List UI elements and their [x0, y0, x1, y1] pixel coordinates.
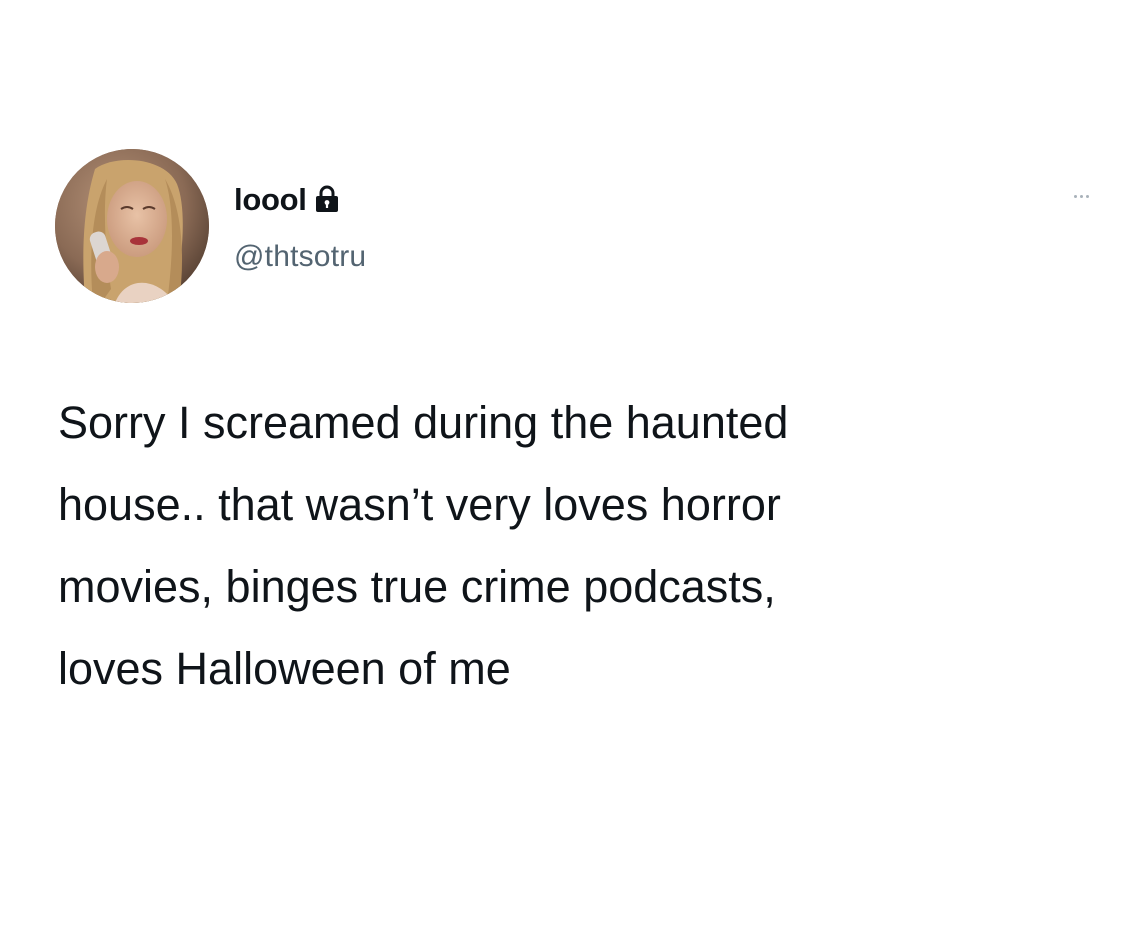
more-options-icon-dot — [1085, 194, 1089, 198]
tweet-text-line: Sorry I screamed during the haunted — [58, 397, 789, 448]
display-name[interactable]: loool — [234, 180, 307, 220]
author-handle[interactable]: @thtsotru — [234, 237, 366, 277]
tweet-text: Sorry I screamed during the haunted hous… — [58, 382, 1118, 710]
more-options-icon — [1073, 194, 1077, 198]
more-options-button[interactable] — [1056, 184, 1106, 208]
author-name-row: loool — [234, 178, 339, 222]
tweet-text-line: loves Halloween of me — [58, 643, 511, 694]
more-options-icon-dot — [1079, 194, 1083, 198]
tweet-text-line: movies, binges true crime podcasts, — [58, 561, 776, 612]
lock-icon — [315, 185, 339, 213]
avatar[interactable] — [55, 149, 209, 303]
tweet-text-line: house.. that wasn’t very loves horror — [58, 479, 781, 530]
tweet-card: loool @thtsotru Sorry I screamed during … — [0, 0, 1144, 939]
avatar-photo — [55, 149, 209, 303]
